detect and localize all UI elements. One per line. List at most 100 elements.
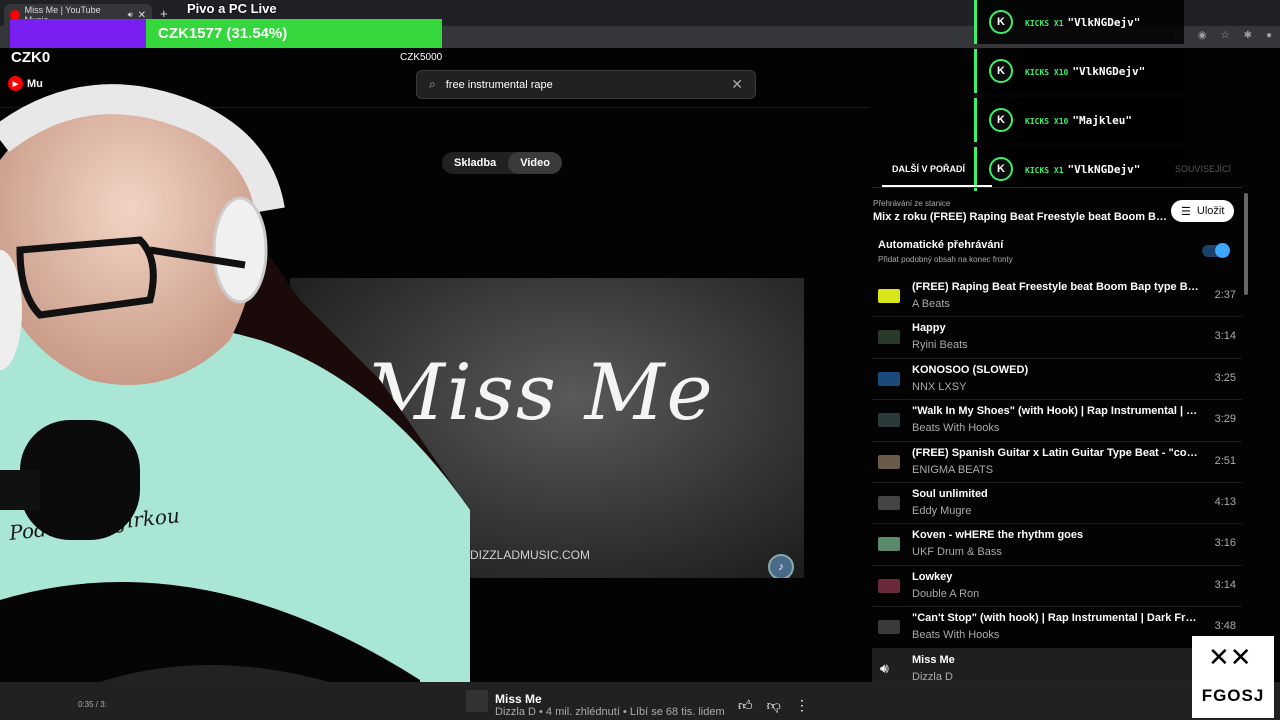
queue-item-artist: Ryini Beats xyxy=(912,339,968,352)
tab-underline xyxy=(882,185,992,187)
queue-item[interactable]: Koven - wHERE the rhythm goes UKF Drum &… xyxy=(872,524,1242,564)
kick-user: "VlkNGDejv" xyxy=(1072,64,1146,78)
queue-item-artist: A Beats xyxy=(912,298,950,310)
more-options-icon[interactable]: ⋮ xyxy=(795,697,809,714)
save-label: Uložit xyxy=(1196,205,1225,217)
queue-item-artist: Beats With Hooks xyxy=(912,629,1000,642)
kick-label: KICKS X10 xyxy=(1025,116,1069,126)
video-url: DIZZLADMUSIC.COM xyxy=(470,548,590,562)
extension-icon[interactable]: ✱ xyxy=(1244,30,1252,41)
kick-icon: K xyxy=(989,10,1013,34)
queue-item-duration: 4:13 xyxy=(1214,495,1236,508)
queue-item-duration: 3:14 xyxy=(1214,578,1236,591)
stream-title: Pivo a PC Live xyxy=(187,1,277,16)
goal-bar-fill: CZK1577 (31.54%) xyxy=(146,19,442,48)
queue-item-duration: 3:14 xyxy=(1214,330,1236,343)
queue-scrollbar[interactable] xyxy=(1244,193,1248,295)
queue-item[interactable]: KONOSOO (SLOWED) NNX LXSY 3:25 xyxy=(872,359,1242,399)
thumbnail xyxy=(878,495,900,510)
headphone-cup xyxy=(212,196,268,304)
queue-item-artist: Eddy Mugre xyxy=(912,504,972,517)
webcam-overlay: Podtánes&Jirkou xyxy=(0,84,470,720)
save-button[interactable]: ☰ Uložit xyxy=(1171,200,1235,222)
queue-item-duration: 3:25 xyxy=(1214,371,1236,384)
thumbnail xyxy=(878,413,900,428)
queue-item-duration: 2:51 xyxy=(1214,454,1236,467)
toggle-video[interactable]: Video xyxy=(508,152,562,174)
kick-icon: K xyxy=(989,108,1013,132)
queue-item-title: "Walk In My Shoes" (with Hook) | Rap Ins… xyxy=(912,405,1200,418)
kick-user: "VlkNGDejv" xyxy=(1067,15,1141,29)
thumbnail xyxy=(878,371,900,386)
queue-item-artist: Dizzla D xyxy=(912,670,953,683)
queue-item-artist: Double A Ron xyxy=(912,587,980,600)
kick-icon: K xyxy=(989,59,1013,83)
player-meta: Dizzla D • 4 mil. zhlédnutí • Líbí se 68… xyxy=(495,706,725,718)
tab-up-next[interactable]: DALŠÍ V POŘADÍ xyxy=(892,164,965,174)
logo-text: FGOSJ xyxy=(1201,686,1265,705)
thumbnail xyxy=(878,578,900,593)
thumbs-up-icon[interactable]: 👍︎ xyxy=(738,697,753,714)
queue-item-artist: NNX LXSY xyxy=(912,380,967,393)
queue-item[interactable]: "Walk In My Shoes" (with Hook) | Rap Ins… xyxy=(872,400,1242,440)
queue-item-artist: ENIGMA BEATS xyxy=(912,463,994,476)
channel-badge-icon: ♪ xyxy=(768,554,794,578)
kick-label: KICKS X1 xyxy=(1025,18,1064,28)
thumbnail xyxy=(878,454,900,469)
queue-item-duration: 2:37 xyxy=(1214,289,1236,301)
fgsj-logo: ✕✕ FGOSJ xyxy=(1192,636,1274,718)
queue-item-artist: UKF Drum & Bass xyxy=(912,546,1002,559)
queue-item[interactable]: Soul unlimited Eddy Mugre 4:13 xyxy=(872,483,1242,523)
thumbnail xyxy=(878,620,900,635)
queue-item-title: KONOSOO (SLOWED) xyxy=(912,363,1029,376)
playlist-add-icon: ☰ xyxy=(1181,205,1191,218)
player-title: Miss Me xyxy=(495,692,542,706)
queue-item-title: Happy xyxy=(912,322,946,335)
queue-item-duration: 3:29 xyxy=(1214,413,1236,426)
queue-item-title: Koven - wHERE the rhythm goes xyxy=(912,529,1084,542)
queue-item-duration: 3:16 xyxy=(1214,537,1236,550)
queue-tabs: DALŠÍ V POŘADÍ SOUVISEJÍCÍ xyxy=(872,150,1242,188)
queue-item-title: Miss Me xyxy=(912,653,955,666)
thumbnail xyxy=(878,289,900,303)
crossed-pistons-icon: ✕✕ xyxy=(1208,642,1252,672)
queue-item-title: "Can't Stop" (with hook) | Rap Instrumen… xyxy=(912,612,1200,625)
autoplay-title: Automatické přehrávání xyxy=(878,239,1004,251)
player-time: 0:35 / 3: xyxy=(78,700,107,709)
player-thumbnail xyxy=(466,690,488,712)
thumbnail xyxy=(878,330,900,345)
thumbs-down-icon[interactable]: 👎︎ xyxy=(767,697,781,714)
queue-item-title: Soul unlimited xyxy=(912,487,988,500)
kick-item: K KICKS X10 "Majkleu" xyxy=(974,98,1184,142)
now-playing-speaker-icon: 🔊︎ xyxy=(880,659,889,676)
eye-off-icon[interactable]: ◉ xyxy=(1198,30,1207,41)
star-icon[interactable]: ☆ xyxy=(1221,30,1230,41)
kick-label: KICKS X10 xyxy=(1025,67,1069,77)
profile-icon[interactable]: ● xyxy=(1266,30,1272,41)
queue-list: (FREE) Raping Beat Freestyle beat Boom B… xyxy=(872,276,1242,689)
queue-item[interactable]: Happy Ryini Beats 3:14 xyxy=(872,317,1242,357)
queue-item[interactable]: (FREE) Spanish Guitar x Latin Guitar Typ… xyxy=(872,442,1242,482)
queue-item-title: (FREE) Raping Beat Freestyle beat Boom B… xyxy=(912,281,1200,293)
station-label: Přehrávání ze stanice xyxy=(873,199,951,208)
queue-item[interactable]: "Can't Stop" (with hook) | Rap Instrumen… xyxy=(872,607,1242,647)
goal-min: CZK0 xyxy=(11,49,51,66)
kick-item: K KICKS X1 "VlkNGDejv" xyxy=(974,0,1184,44)
autoplay-subtitle: Přidat podobný obsah na konec fronty xyxy=(878,255,1013,264)
queue-item-duration: 3:48 xyxy=(1214,620,1236,633)
autoplay-toggle[interactable] xyxy=(1202,243,1230,258)
queue-item-title: Lowkey xyxy=(912,570,953,583)
queue-item[interactable]: (FREE) Raping Beat Freestyle beat Boom B… xyxy=(872,276,1242,316)
queue-item-title: (FREE) Spanish Guitar x Latin Guitar Typ… xyxy=(912,446,1200,459)
queue-item[interactable]: Lowkey Double A Ron 3:14 xyxy=(872,566,1242,606)
tab-related[interactable]: SOUVISEJÍCÍ xyxy=(1175,164,1231,174)
player-actions: 👍︎ 👎︎ ⋮ xyxy=(738,697,809,714)
kick-item: K KICKS X10 "VlkNGDejv" xyxy=(974,49,1184,93)
clear-search-button[interactable]: ✕ xyxy=(731,76,743,93)
queue-item-artist: Beats With Hooks xyxy=(912,422,1000,435)
station-name: Mix z roku (FREE) Raping Beat Freestyle … xyxy=(873,211,1173,223)
kick-user: "Majkleu" xyxy=(1072,113,1132,127)
thumbnail xyxy=(878,537,900,552)
goal-max: CZK5000 xyxy=(400,52,443,63)
toggle-knob xyxy=(1215,243,1230,258)
